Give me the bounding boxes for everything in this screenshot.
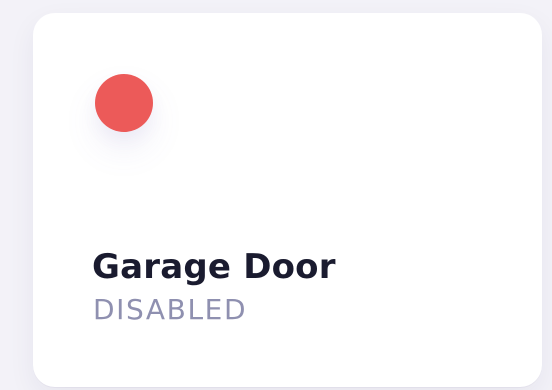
device-status: DISABLED <box>93 293 248 326</box>
garage-door-card[interactable]: Garage Door DISABLED <box>33 13 542 387</box>
device-screen: Garage Door DISABLED <box>0 0 552 390</box>
device-name: Garage Door <box>92 247 336 287</box>
status-dot-icon <box>95 74 153 132</box>
